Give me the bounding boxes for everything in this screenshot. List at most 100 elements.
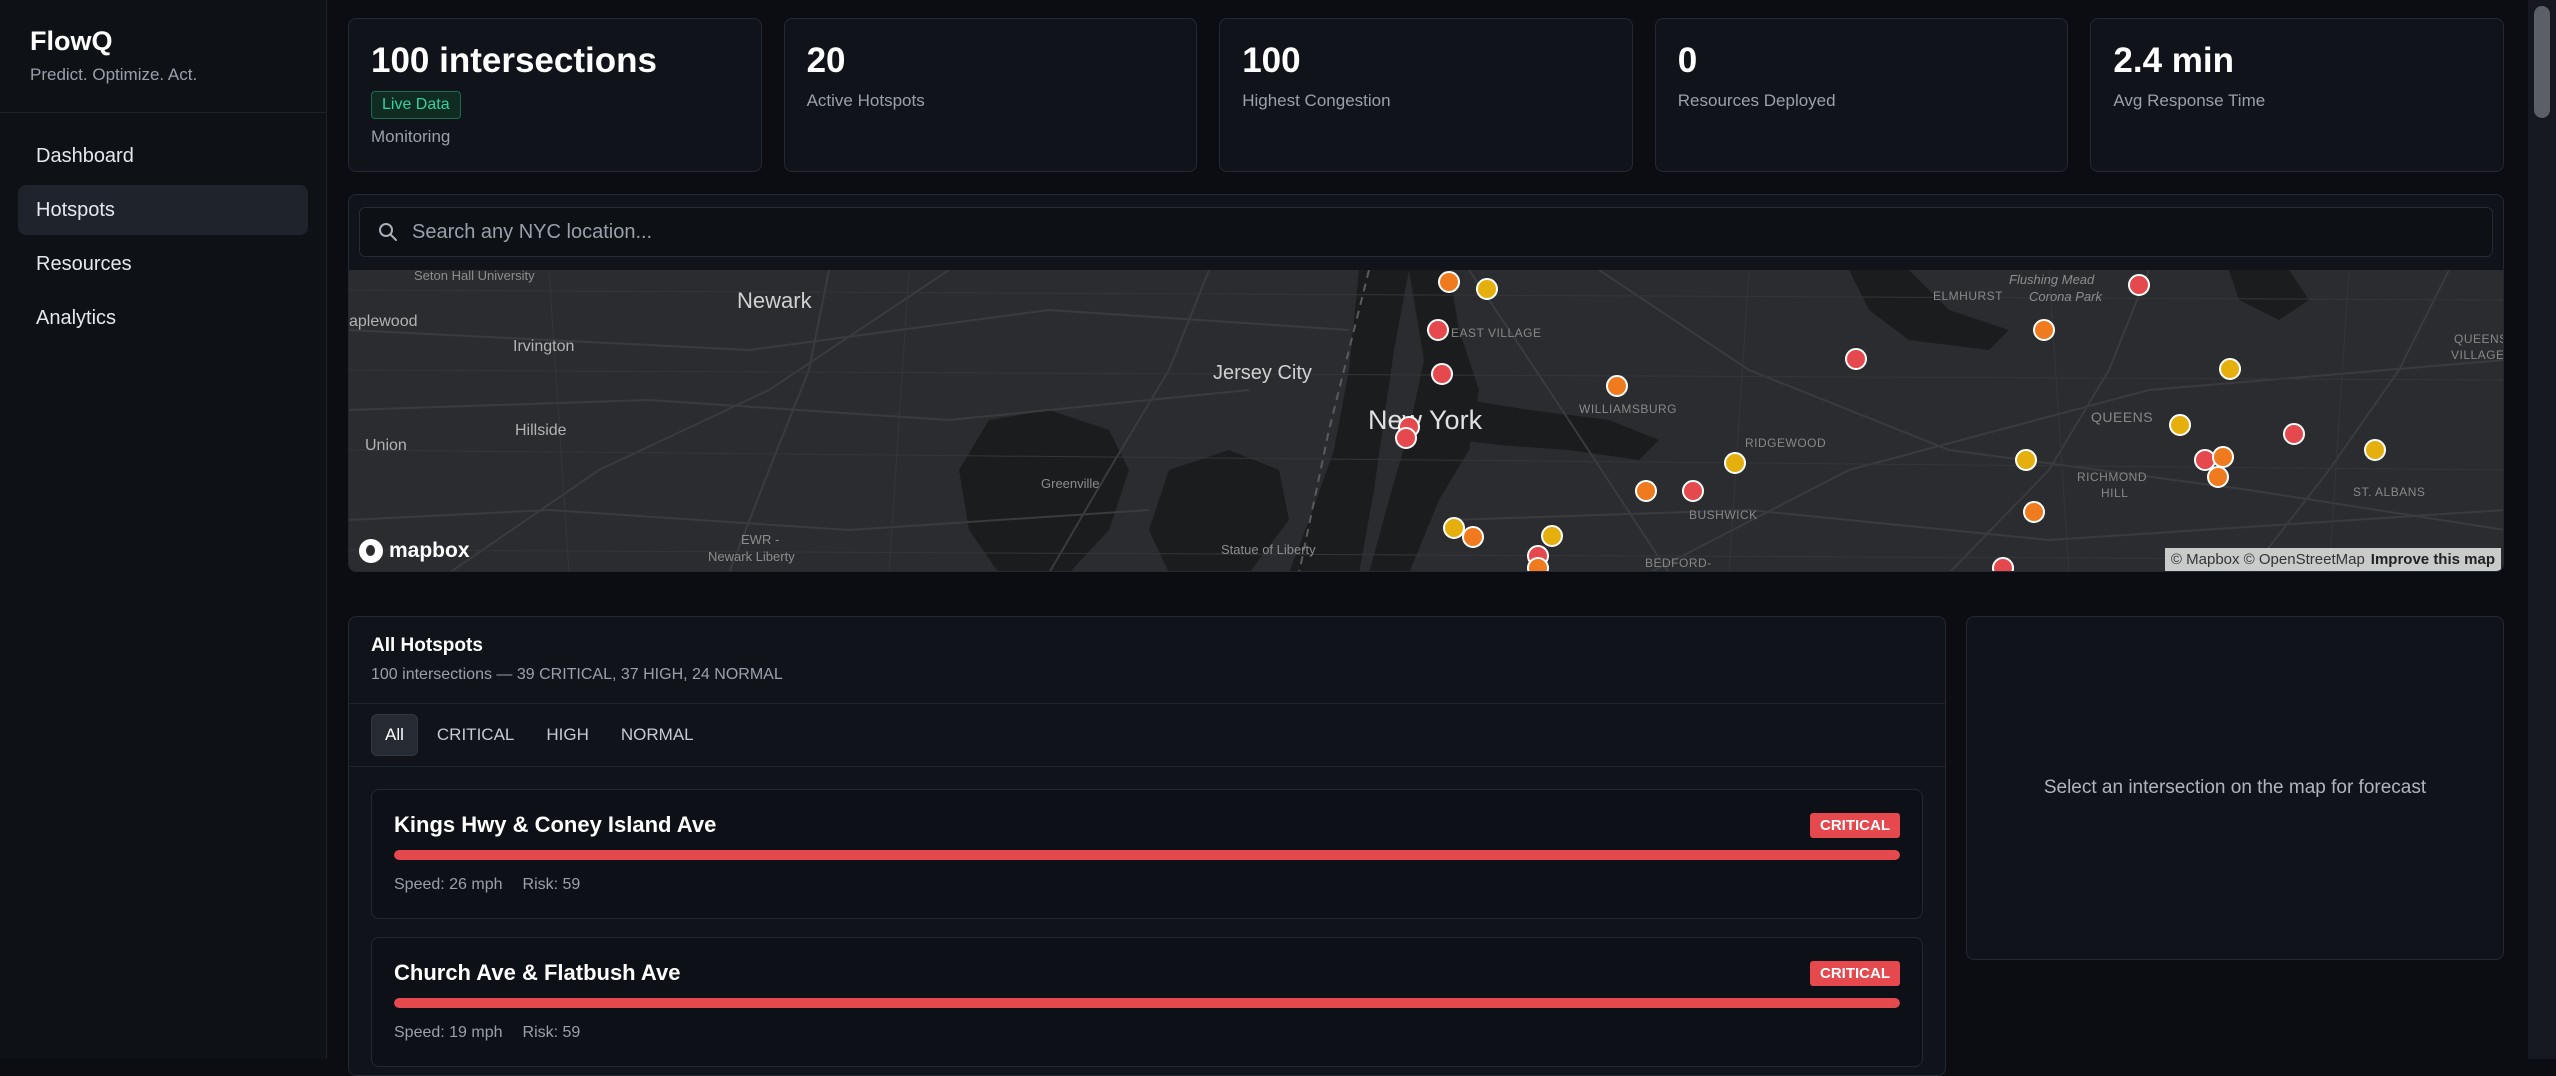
map-label: Statue of Liberty [1221, 542, 1316, 557]
forecast-panel: Select an intersection on the map for fo… [1966, 616, 2504, 960]
map-marker-normal[interactable] [1541, 525, 1563, 547]
map-label: RICHMOND [2077, 470, 2147, 484]
location-search [359, 207, 2493, 257]
sidebar-nav: Dashboard Hotspots Resources Analytics [0, 113, 326, 365]
improve-map-link[interactable]: Improve this map [2371, 551, 2495, 568]
sidebar-item-hotspots[interactable]: Hotspots [18, 185, 308, 235]
scrollbar-thumb[interactable] [2534, 6, 2550, 118]
map-marker-critical[interactable] [1395, 427, 1417, 449]
map-label: Newark [737, 288, 812, 313]
kpi-label: Resources Deployed [1677, 91, 1836, 110]
kpi-label: Monitoring [371, 127, 451, 146]
search-icon [379, 223, 397, 241]
congestion-bar-fill [394, 850, 1900, 860]
map-label: VILLAGE [2451, 348, 2504, 362]
map-canvas[interactable]: Seton Hall University Newark aplewood Ir… [349, 270, 2504, 571]
map-label: Seton Hall University [414, 270, 535, 283]
kpi-value: 20 [806, 41, 846, 80]
live-data-badge: Live Data [371, 91, 461, 119]
hotspot-filters: All CRITICAL HIGH NORMAL [349, 704, 1945, 767]
kpi-highest-congestion: 100 Highest Congestion [1219, 18, 1633, 172]
map-label: Greenville [1041, 476, 1100, 491]
map-marker-critical[interactable] [1427, 319, 1449, 341]
sidebar-item-dashboard[interactable]: Dashboard [18, 131, 308, 181]
hotspots-header: All Hotspots 100 intersections — 39 CRIT… [349, 617, 1945, 704]
brand: FlowQ Predict. Optimize. Act. [0, 0, 326, 113]
map-marker-critical[interactable] [1431, 363, 1453, 385]
hotspot-card[interactable]: Kings Hwy & Coney Island Ave CRITICAL Sp… [371, 789, 1923, 919]
sidebar: FlowQ Predict. Optimize. Act. Dashboard … [0, 0, 327, 1059]
filter-normal[interactable]: NORMAL [608, 715, 707, 755]
map-label: Corona Park [2029, 289, 2102, 304]
kpi-avg-response-time: 2.4 min Avg Response Time [2090, 18, 2504, 172]
hotspots-panel: All Hotspots 100 intersections — 39 CRIT… [348, 616, 1946, 1076]
map-marker-high[interactable] [1527, 557, 1549, 571]
map-marker-high[interactable] [2212, 446, 2234, 468]
filter-high[interactable]: HIGH [533, 715, 602, 755]
sidebar-item-analytics[interactable]: Analytics [18, 293, 308, 343]
map-label: Union [365, 437, 407, 454]
sidebar-item-resources[interactable]: Resources [18, 239, 308, 289]
map-label: Jersey City [1213, 362, 1312, 384]
map-marker-critical[interactable] [1992, 557, 2014, 571]
map-label: BEDFORD- [1645, 556, 1712, 570]
map-marker-critical[interactable] [2128, 274, 2150, 296]
map-panel: Seton Hall University Newark aplewood Ir… [348, 194, 2504, 572]
map-label: QUEENS [2454, 332, 2504, 346]
map-label: EWR - [741, 532, 780, 547]
map-label: QUEENS [2091, 409, 2154, 425]
map-marker-high[interactable] [1635, 480, 1657, 502]
map-marker-high[interactable] [1438, 271, 1460, 293]
map-marker-normal[interactable] [1476, 278, 1498, 300]
map-marker-critical[interactable] [1845, 348, 1867, 370]
main-content: 100 intersections Live Data Monitoring 2… [328, 0, 2528, 1076]
search-input[interactable] [412, 220, 2312, 244]
hotspot-card[interactable]: Church Ave & Flatbush Ave CRITICAL Speed… [371, 937, 1923, 1067]
map-marker-high[interactable] [1462, 526, 1484, 548]
hotspot-name: Kings Hwy & Coney Island Ave [394, 812, 717, 837]
filter-all[interactable]: All [371, 714, 418, 756]
kpi-value: 2.4 min [2113, 41, 2234, 80]
congestion-bar [394, 998, 1900, 1008]
kpi-label: Active Hotspots [806, 91, 925, 110]
hotspots-title: All Hotspots [371, 635, 483, 656]
hotspot-risk: Risk: 59 [522, 876, 581, 893]
map-label: WILLIAMSBURG [1579, 402, 1678, 416]
map-marker-normal[interactable] [2364, 439, 2386, 461]
hotspot-name: Church Ave & Flatbush Ave [394, 960, 681, 985]
app-tagline: Predict. Optimize. Act. [30, 65, 198, 84]
filter-critical[interactable]: CRITICAL [424, 715, 527, 755]
map-marker-critical[interactable] [1682, 480, 1704, 502]
map-attribution: © Mapbox © OpenStreetMap Improve this map [2164, 548, 2501, 571]
hotspot-meta: Speed: 26 mph Risk: 59 [394, 876, 1900, 894]
mapbox-logo-text: mapbox [389, 539, 470, 562]
kpi-value: 100 [1242, 41, 1301, 80]
map-label: BUSHWICK [1689, 508, 1758, 522]
map-marker-normal[interactable] [2169, 414, 2191, 436]
kpi-label: Highest Congestion [1242, 91, 1391, 110]
map-marker-normal[interactable] [1724, 452, 1746, 474]
map-marker-high[interactable] [2207, 466, 2229, 488]
map-marker-high[interactable] [2023, 501, 2045, 523]
mapbox-logo-icon [359, 539, 383, 563]
map-marker-normal[interactable] [2219, 358, 2241, 380]
map-marker-high[interactable] [1606, 375, 1628, 397]
map-label: ELMHURST [1933, 289, 2004, 303]
map-marker-critical[interactable] [2283, 423, 2305, 445]
kpi-value: 100 intersections [371, 41, 657, 80]
map-label: ST. ALBANS [2353, 485, 2426, 499]
map-marker-normal[interactable] [2015, 449, 2037, 471]
congestion-bar [394, 850, 1900, 860]
map-label: Newark Liberty [708, 549, 795, 564]
hotspot-risk: Risk: 59 [522, 1024, 581, 1041]
attribution-text[interactable]: © Mapbox © OpenStreetMap [2171, 551, 2365, 568]
status-badge: CRITICAL [1810, 812, 1900, 838]
hotspot-card-header: Church Ave & Flatbush Ave CRITICAL [394, 960, 1900, 986]
page-scrollbar[interactable] [2528, 0, 2556, 1059]
map-label: Irvington [513, 338, 575, 355]
kpi-row: 100 intersections Live Data Monitoring 2… [348, 18, 2504, 172]
map-marker-high[interactable] [2033, 319, 2055, 341]
mapbox-logo[interactable]: mapbox [359, 539, 470, 563]
kpi-value: 0 [1677, 41, 1698, 80]
app-title: FlowQ [30, 26, 113, 56]
